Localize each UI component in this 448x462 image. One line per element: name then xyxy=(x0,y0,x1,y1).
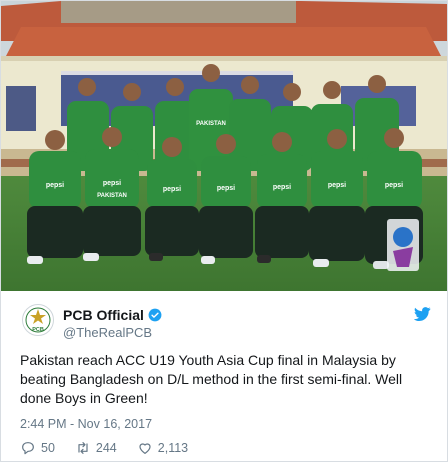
tweet-actions: 50 244 2,113 xyxy=(20,438,208,458)
svg-text:pepsi: pepsi xyxy=(217,185,235,192)
svg-text:pepsi: pepsi xyxy=(103,180,121,187)
tweet-timestamp[interactable]: 2:44 PM - Nov 16, 2017 xyxy=(20,417,152,431)
tweet-text: Pakistan reach ACC U19 Youth Asia Cup fi… xyxy=(20,352,403,406)
verified-badge-icon xyxy=(148,308,162,322)
tweet-card: pepsi pepsi pepsi pepsi pepsi pepsi peps… xyxy=(0,0,448,462)
like-icon xyxy=(139,443,151,454)
pcb-avatar[interactable]: PCB xyxy=(22,304,54,336)
twitter-bird-icon[interactable] xyxy=(414,307,431,321)
svg-text:pepsi: pepsi xyxy=(273,184,291,191)
svg-text:pepsi: pepsi xyxy=(46,182,64,189)
reply-count: 50 xyxy=(41,441,55,455)
svg-text:PAKISTAN: PAKISTAN xyxy=(97,193,127,199)
reply-icon xyxy=(22,442,34,455)
like-count: 2,113 xyxy=(157,441,189,455)
retweet-icon xyxy=(78,442,88,454)
svg-text:PAKISTAN: PAKISTAN xyxy=(196,121,226,127)
reply-button[interactable]: 50 xyxy=(20,440,55,456)
user-handle[interactable]: @TheRealPCB xyxy=(63,325,152,340)
retweet-count: 244 xyxy=(95,441,117,455)
retweet-button[interactable]: 244 xyxy=(75,440,117,456)
author-name-row: PCB Official xyxy=(63,306,162,324)
team-photo[interactable]: pepsi pepsi pepsi pepsi pepsi pepsi peps… xyxy=(1,1,447,291)
like-button[interactable]: 2,113 xyxy=(137,440,188,456)
svg-text:pepsi: pepsi xyxy=(385,182,403,189)
svg-text:pepsi: pepsi xyxy=(328,182,346,189)
svg-text:pepsi: pepsi xyxy=(163,186,181,193)
display-name[interactable]: PCB Official xyxy=(63,307,144,323)
tweet-author: PCB PCB Official @TheRealPCB xyxy=(1,291,447,351)
avatar-text: PCB xyxy=(32,327,44,333)
